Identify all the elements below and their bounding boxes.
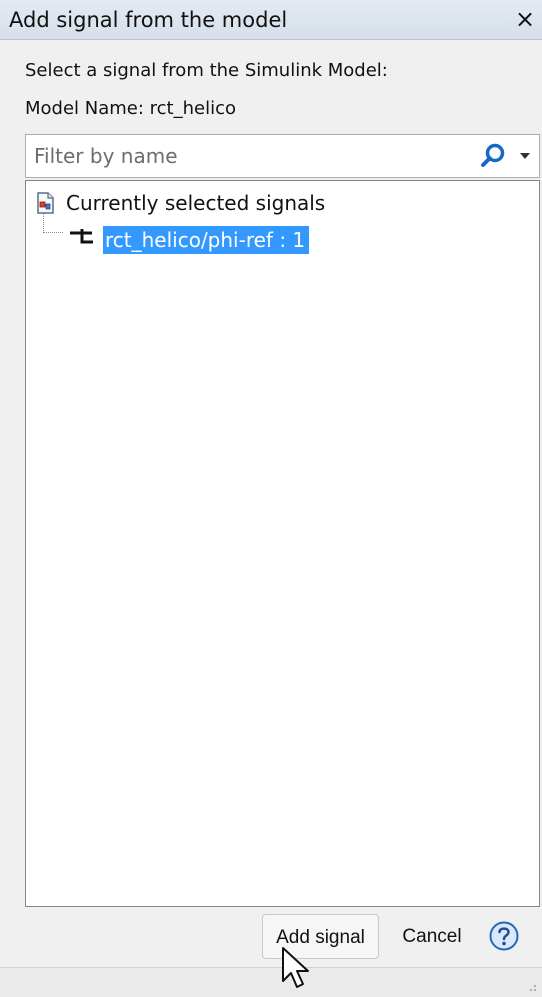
cancel-button[interactable]: Cancel (389, 914, 475, 959)
selection-prompt: Select a signal from the Simulink Model: (25, 60, 388, 81)
filter-input[interactable] (34, 142, 464, 170)
filter-field[interactable] (25, 134, 540, 178)
add-signal-button[interactable]: Add signal (262, 914, 379, 959)
tree-root-label: Currently selected signals (66, 191, 326, 215)
signal-port-icon (70, 229, 93, 244)
chevron-down-icon[interactable] (517, 147, 533, 165)
tree-root-row[interactable]: Currently selected signals (33, 189, 325, 217)
model-name-label: Model Name: rct_helico (25, 98, 237, 119)
status-bar (0, 967, 542, 997)
dialog-title: Add signal from the model (9, 8, 288, 32)
close-button[interactable]: × (514, 7, 536, 31)
model-document-icon (37, 192, 54, 214)
add-signal-dialog: Add signal from the model × Select a sig… (0, 0, 542, 997)
resize-grip-icon[interactable] (524, 979, 538, 993)
signal-tree[interactable]: Currently selected signals rct_helico/ph… (25, 180, 540, 907)
help-icon[interactable] (488, 920, 520, 952)
tree-connector-horizontal (43, 232, 63, 233)
search-icon[interactable] (478, 142, 508, 172)
title-bar[interactable]: Add signal from the model × (0, 0, 542, 40)
selected-signal-item[interactable]: rct_helico/phi-ref : 1 (103, 226, 310, 254)
tree-connector-vertical (43, 213, 44, 233)
